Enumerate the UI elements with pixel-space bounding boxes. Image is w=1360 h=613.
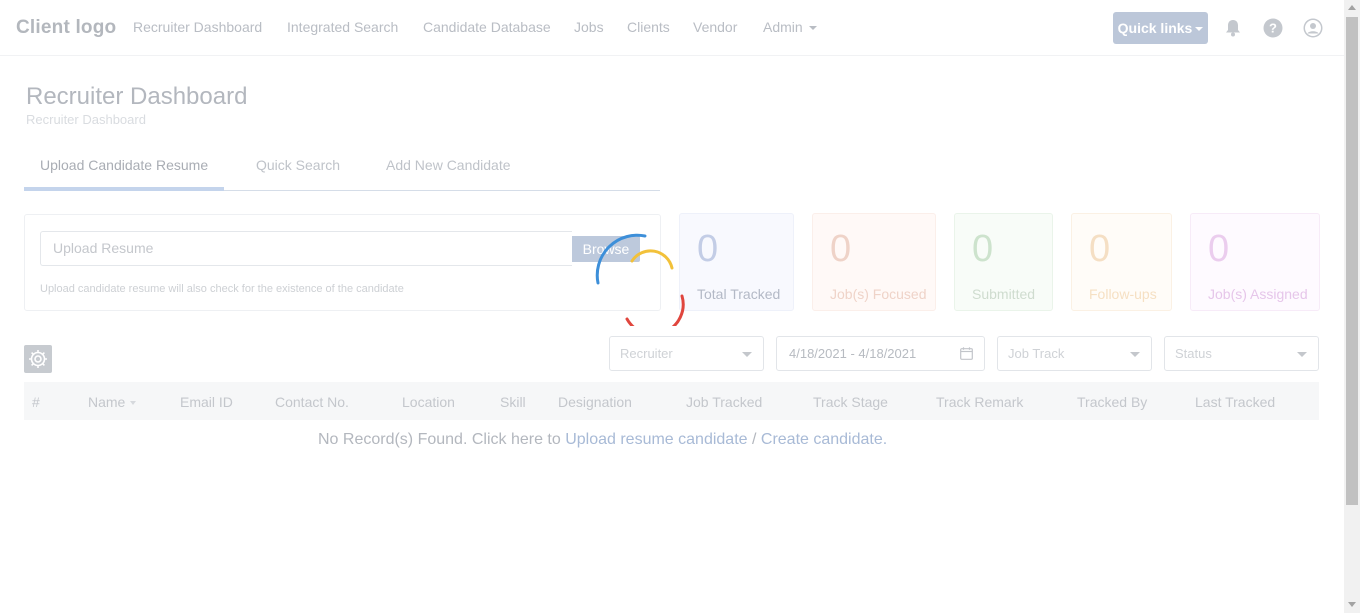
stat-value: 0 <box>697 228 719 270</box>
column-header-email[interactable]: Email ID <box>180 394 233 410</box>
date-range-value: 4/18/2021 - 4/18/2021 <box>789 346 917 361</box>
column-header-tracked-by[interactable]: Tracked By <box>1077 394 1147 410</box>
upload-resume-input[interactable]: Upload Resume <box>40 231 572 266</box>
column-header-designation[interactable]: Designation <box>558 394 632 410</box>
user-icon[interactable] <box>1302 17 1324 39</box>
stat-value: 0 <box>972 228 994 270</box>
nav-candidate-database[interactable]: Candidate Database <box>423 19 551 35</box>
page-title: Recruiter Dashboard <box>26 83 248 110</box>
column-header-location[interactable]: Location <box>402 394 455 410</box>
sort-icon <box>130 401 137 406</box>
calendar-icon <box>960 347 973 360</box>
active-tab-indicator <box>24 187 224 191</box>
stat-value: 0 <box>1208 228 1230 270</box>
tab-upload-candidate-resume[interactable]: Upload Candidate Resume <box>40 157 208 173</box>
bell-icon[interactable] <box>1222 17 1244 39</box>
stat-label: Job(s) Assigned <box>1208 286 1308 302</box>
chevron-down-icon <box>808 26 817 31</box>
stat-submitted[interactable]: 0 Submitted <box>954 213 1053 311</box>
column-header-track-remark[interactable]: Track Remark <box>936 394 1023 410</box>
empty-message-text: No Record(s) Found. Click here to <box>318 431 566 448</box>
stat-jobs-assigned[interactable]: 0 Job(s) Assigned <box>1190 213 1320 311</box>
loading-spinner-icon <box>595 233 685 326</box>
chevron-down-icon <box>1195 27 1204 32</box>
scrollbar-thumb[interactable] <box>1346 17 1358 505</box>
client-logo[interactable]: Client logo <box>16 17 116 39</box>
nav-vendor[interactable]: Vendor <box>693 19 737 35</box>
upload-resume-candidate-link[interactable]: Upload resume candidate <box>565 431 747 448</box>
status-select[interactable]: Status <box>1164 336 1319 371</box>
scroll-down-icon[interactable] <box>1348 602 1356 607</box>
stat-total-tracked[interactable]: 0 Total Tracked <box>679 213 794 311</box>
column-header-index[interactable]: # <box>32 394 40 410</box>
job-track-select-value: Job Track <box>1008 346 1065 361</box>
quick-links-button[interactable]: Quick links <box>1113 12 1208 44</box>
top-navbar: Client logo Recruiter Dashboard Integrat… <box>0 0 1344 56</box>
stat-follow-ups[interactable]: 0 Follow-ups <box>1071 213 1172 311</box>
column-header-track-stage[interactable]: Track Stage <box>813 394 888 410</box>
stat-value: 0 <box>1089 228 1111 270</box>
chevron-down-icon <box>742 352 752 357</box>
breadcrumb: Recruiter Dashboard <box>26 112 146 127</box>
stat-label: Job(s) Focused <box>830 286 927 302</box>
recruiter-select[interactable]: Recruiter <box>609 336 764 371</box>
nav-jobs[interactable]: Jobs <box>574 19 604 35</box>
scroll-up-icon[interactable] <box>1348 5 1356 10</box>
chevron-down-icon <box>1130 352 1140 357</box>
tab-add-new-candidate[interactable]: Add New Candidate <box>386 157 511 173</box>
svg-text:?: ? <box>1269 21 1277 36</box>
upload-help-text: Upload candidate resume will also check … <box>40 283 404 295</box>
create-candidate-link[interactable]: Create candidate. <box>761 431 887 448</box>
date-range-picker[interactable]: 4/18/2021 - 4/18/2021 <box>776 336 985 371</box>
nav-admin-dropdown[interactable]: Admin <box>763 19 817 35</box>
chevron-down-icon <box>1297 352 1307 357</box>
nav-integrated-search[interactable]: Integrated Search <box>287 19 398 35</box>
column-header-name-label: Name <box>88 394 126 410</box>
column-header-contact[interactable]: Contact No. <box>275 394 349 410</box>
stat-label: Submitted <box>972 286 1036 302</box>
nav-recruiter-dashboard[interactable]: Recruiter Dashboard <box>133 19 262 35</box>
stat-jobs-focused[interactable]: 0 Job(s) Focused <box>812 213 936 311</box>
column-header-skill[interactable]: Skill <box>500 394 526 410</box>
stat-label: Total Tracked <box>697 286 781 302</box>
tab-quick-search[interactable]: Quick Search <box>256 157 340 173</box>
stat-value: 0 <box>830 228 852 270</box>
tab-bar: Upload Candidate Resume Quick Search Add… <box>24 150 660 191</box>
column-header-last-tracked[interactable]: Last Tracked <box>1195 394 1275 410</box>
table-settings-button[interactable] <box>24 345 52 373</box>
column-header-job-tracked[interactable]: Job Tracked <box>686 394 762 410</box>
empty-message-separator: / <box>747 431 761 448</box>
job-track-select[interactable]: Job Track <box>997 336 1152 371</box>
nav-clients[interactable]: Clients <box>627 19 670 35</box>
gear-icon <box>29 350 47 368</box>
status-select-value: Status <box>1175 346 1212 361</box>
stat-label: Follow-ups <box>1089 286 1157 302</box>
empty-table-message: No Record(s) Found. Click here to Upload… <box>318 431 887 449</box>
column-header-name[interactable]: Name <box>88 394 137 410</box>
quick-links-label: Quick links <box>1117 20 1193 36</box>
table-header: # Name Email ID Contact No. Location Ski… <box>24 382 1319 420</box>
nav-admin-label: Admin <box>763 19 803 35</box>
recruiter-select-value: Recruiter <box>620 346 673 361</box>
help-icon[interactable]: ? <box>1262 17 1284 39</box>
